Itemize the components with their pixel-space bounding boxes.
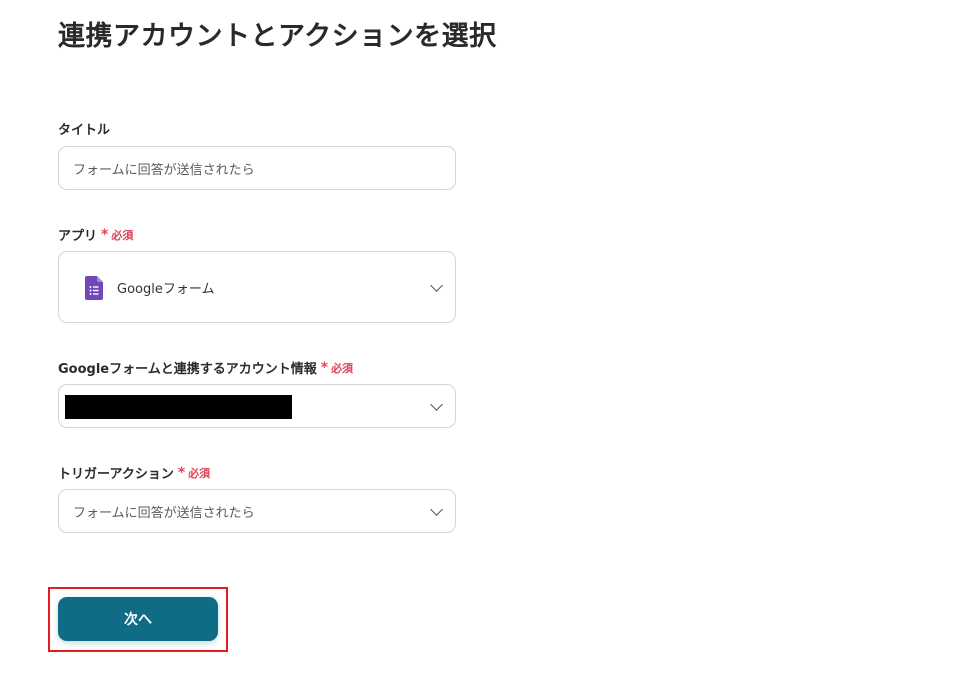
trigger-select-value: フォームに回答が送信されたら <box>73 505 255 521</box>
required-badge: * 必須 <box>101 227 133 243</box>
account-select[interactable] <box>58 384 456 428</box>
required-asterisk-icon: * <box>177 464 186 481</box>
trigger-field-label: トリガーアクション * 必須 <box>58 463 210 483</box>
page: 連携アカウントとアクションを選択 タイトル フォームに回答が送信されたら アプリ… <box>0 0 976 673</box>
page-title: 連携アカウントとアクションを選択 <box>58 21 497 52</box>
chevron-down-icon[interactable] <box>430 503 443 516</box>
trigger-label-text: トリガーアクション <box>58 467 174 482</box>
required-asterisk-icon: * <box>101 226 109 243</box>
title-input-value: フォームに回答が送信されたら <box>73 162 255 178</box>
app-select-value: Googleフォーム <box>117 281 215 297</box>
title-input[interactable]: フォームに回答が送信されたら <box>58 146 456 190</box>
app-field-label: アプリ * 必須 <box>58 225 133 245</box>
required-text: 必須 <box>111 228 134 242</box>
app-label-text: アプリ <box>58 229 98 244</box>
account-label-text: Googleフォームと連携するアカウント情報 <box>58 362 317 377</box>
required-badge: * 必須 <box>321 360 353 376</box>
redacted-account-value <box>65 395 292 419</box>
required-text: 必須 <box>331 361 354 375</box>
chevron-down-icon[interactable] <box>430 398 443 411</box>
google-forms-icon <box>85 276 103 300</box>
next-button[interactable]: 次へ <box>58 597 218 641</box>
required-asterisk-icon: * <box>320 359 329 376</box>
title-label-text: タイトル <box>58 123 111 138</box>
trigger-select[interactable]: フォームに回答が送信されたら <box>58 489 456 533</box>
account-field-label: Googleフォームと連携するアカウント情報 * 必須 <box>58 358 353 378</box>
chevron-down-icon[interactable] <box>430 279 443 292</box>
app-select[interactable]: Googleフォーム <box>58 251 456 323</box>
required-text: 必須 <box>188 466 211 480</box>
required-badge: * 必須 <box>178 465 210 481</box>
title-field-label: タイトル <box>58 119 110 138</box>
